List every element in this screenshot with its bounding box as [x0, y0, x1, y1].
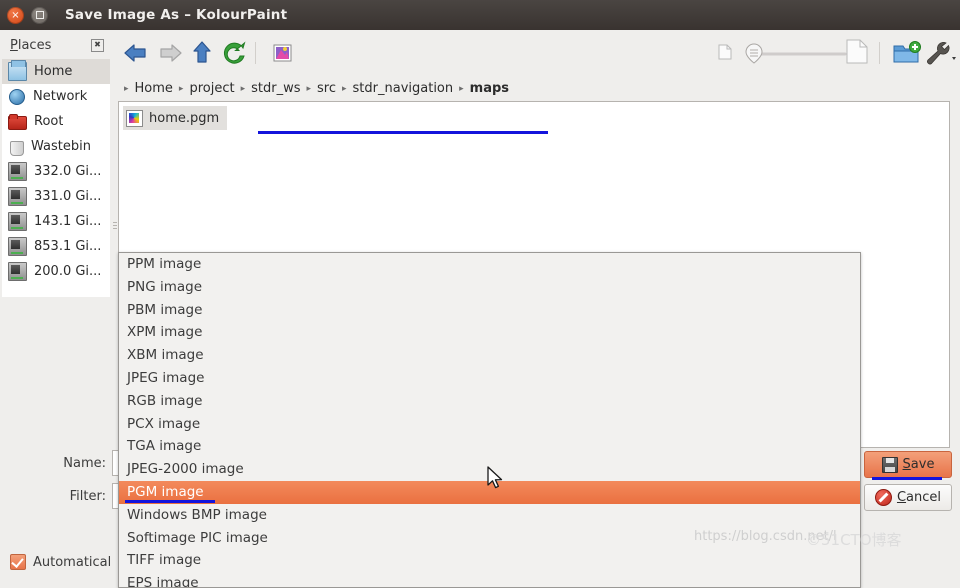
home-icon — [8, 60, 27, 81]
sidebar-item-drive-5[interactable]: 200.0 Gi... — [2, 259, 110, 284]
cancel-stop-icon — [874, 489, 892, 506]
breadcrumb-item-maps[interactable]: maps — [467, 80, 512, 97]
window-titlebar: × Save Image As – KolourPaint — [0, 0, 960, 30]
sidebar-item-label: Network — [33, 89, 88, 104]
breadcrumb-item-project[interactable]: project — [186, 80, 237, 97]
sidebar-item-home[interactable]: Home — [2, 59, 110, 84]
root-folder-icon — [8, 114, 27, 130]
sidebar-item-root[interactable]: Root — [2, 109, 110, 134]
breadcrumb: ▸ Home ▸ project ▸ stdr_ws ▸ src ▸ stdr_… — [118, 76, 960, 101]
floppy-save-icon — [881, 456, 898, 473]
dropdown-option-jpeg[interactable]: JPEG image — [119, 367, 860, 390]
forward-arrow-icon — [154, 37, 186, 69]
places-close-icon[interactable]: ✖ — [91, 39, 104, 52]
places-list: Home Network Root Wastebin 332.0 Gi... 3… — [2, 59, 110, 297]
window-title: Save Image As – KolourPaint — [65, 7, 288, 23]
dropdown-option-rgb[interactable]: RGB image — [119, 390, 860, 413]
drive-icon — [8, 262, 27, 281]
breadcrumb-separator: ▸ — [459, 83, 464, 94]
save-button[interactable]: Save — [864, 451, 952, 478]
sidebar-item-drive-4[interactable]: 853.1 Gi... — [2, 234, 110, 259]
toolbar-separator-right — [879, 42, 880, 64]
breadcrumb-item-src[interactable]: src — [314, 80, 339, 97]
dropdown-option-ppm[interactable]: PPM image — [119, 253, 860, 276]
navigation-toolbar — [118, 30, 960, 76]
image-file-icon — [126, 109, 143, 127]
sidebar-item-label: 143.1 Gi... — [34, 214, 102, 229]
places-panel: Places ✖ Home Network Root Wastebin 332.… — [0, 30, 112, 556]
network-icon — [9, 88, 25, 105]
list-item[interactable]: home.pgm — [123, 106, 228, 130]
breadcrumb-item-stdr-navigation[interactable]: stdr_navigation — [350, 80, 457, 97]
sidebar-item-label: Wastebin — [31, 139, 91, 154]
sidebar-item-label: 200.0 Gi... — [34, 264, 102, 279]
back-arrow-icon[interactable] — [120, 37, 152, 69]
breadcrumb-item-stdr-ws[interactable]: stdr_ws — [248, 80, 303, 97]
breadcrumb-item-home[interactable]: Home — [132, 80, 176, 97]
filter-label: Filter: — [69, 488, 106, 504]
dropdown-option-windows-bmp[interactable]: Windows BMP image — [119, 504, 860, 527]
save-button-label: Save — [902, 457, 935, 472]
sidebar-item-drive-2[interactable]: 331.0 Gi... — [2, 184, 110, 209]
trash-icon — [10, 140, 24, 156]
places-header: Places ✖ — [0, 30, 112, 57]
zoom-slider[interactable] — [740, 40, 850, 68]
watermark-brand: ©51CTO博客 — [806, 531, 902, 549]
dropdown-option-xpm[interactable]: XPM image — [119, 321, 860, 344]
cancel-button[interactable]: Cancel — [864, 484, 952, 511]
focus-indicator-line — [258, 131, 548, 134]
filename-label: Name: — [63, 455, 106, 471]
sidebar-item-label: Root — [34, 114, 64, 129]
cancel-button-label: Cancel — [896, 490, 942, 505]
dropdown-option-tiff[interactable]: TIFF image — [119, 549, 860, 572]
small-document-icon — [718, 44, 736, 62]
reload-icon[interactable] — [218, 37, 250, 69]
window-maximize-icon[interactable] — [31, 6, 48, 24]
auto-extension-label: Automatical — [33, 554, 112, 570]
mouse-cursor — [487, 466, 505, 492]
breadcrumb-separator: ▸ — [306, 83, 312, 94]
configure-wrench-icon[interactable] — [922, 37, 960, 69]
dropdown-option-eps[interactable]: EPS image — [119, 572, 860, 587]
drive-removable-icon — [8, 212, 27, 231]
breadcrumb-separator: ▸ — [178, 83, 184, 94]
sidebar-item-label: 853.1 Gi... — [34, 239, 102, 254]
checkbox-checked-icon[interactable] — [10, 554, 26, 570]
drive-removable-icon — [8, 237, 27, 256]
breadcrumb-separator: ▸ — [342, 83, 347, 94]
dropdown-option-pcx[interactable]: PCX image — [119, 413, 860, 436]
sidebar-item-label: Home — [34, 64, 73, 79]
auto-extension-checkbox-row[interactable]: Automatical — [10, 554, 111, 570]
file-name: home.pgm — [149, 110, 220, 126]
sidebar-item-label: 331.0 Gi... — [34, 189, 102, 204]
dropdown-option-pbm[interactable]: PBM image — [119, 299, 860, 322]
dropdown-selection-underline — [125, 499, 215, 503]
sidebar-item-wastebin[interactable]: Wastebin — [2, 134, 110, 159]
new-folder-icon[interactable] — [890, 37, 922, 69]
window-close-icon[interactable]: × — [7, 6, 24, 24]
save-button-focus-underline — [872, 477, 942, 480]
splitter-grip[interactable] — [113, 222, 117, 231]
places-title: Places — [10, 38, 52, 53]
breadcrumb-separator: ▸ — [124, 83, 129, 94]
sidebar-item-drive-3[interactable]: 143.1 Gi... — [2, 209, 110, 234]
sidebar-item-label: 332.0 Gi... — [34, 164, 102, 179]
dropdown-option-tga[interactable]: TGA image — [119, 435, 860, 458]
dropdown-option-png[interactable]: PNG image — [119, 276, 860, 299]
sidebar-item-network[interactable]: Network — [2, 84, 110, 109]
save-dialog: Places ✖ Home Network Root Wastebin 332.… — [0, 30, 960, 588]
breadcrumb-separator: ▸ — [240, 83, 246, 94]
drive-icon — [8, 162, 27, 181]
image-preview-icon[interactable] — [266, 37, 298, 69]
toolbar-separator — [255, 42, 256, 64]
large-document-icon — [846, 39, 870, 65]
drive-icon — [8, 187, 27, 206]
dropdown-option-pgm-label: PGM image — [127, 483, 204, 500]
dropdown-option-xbm[interactable]: XBM image — [119, 344, 860, 367]
sidebar-item-drive-1[interactable]: 332.0 Gi... — [2, 159, 110, 184]
chevron-down-icon — [952, 57, 956, 60]
up-arrow-icon[interactable] — [186, 37, 218, 69]
